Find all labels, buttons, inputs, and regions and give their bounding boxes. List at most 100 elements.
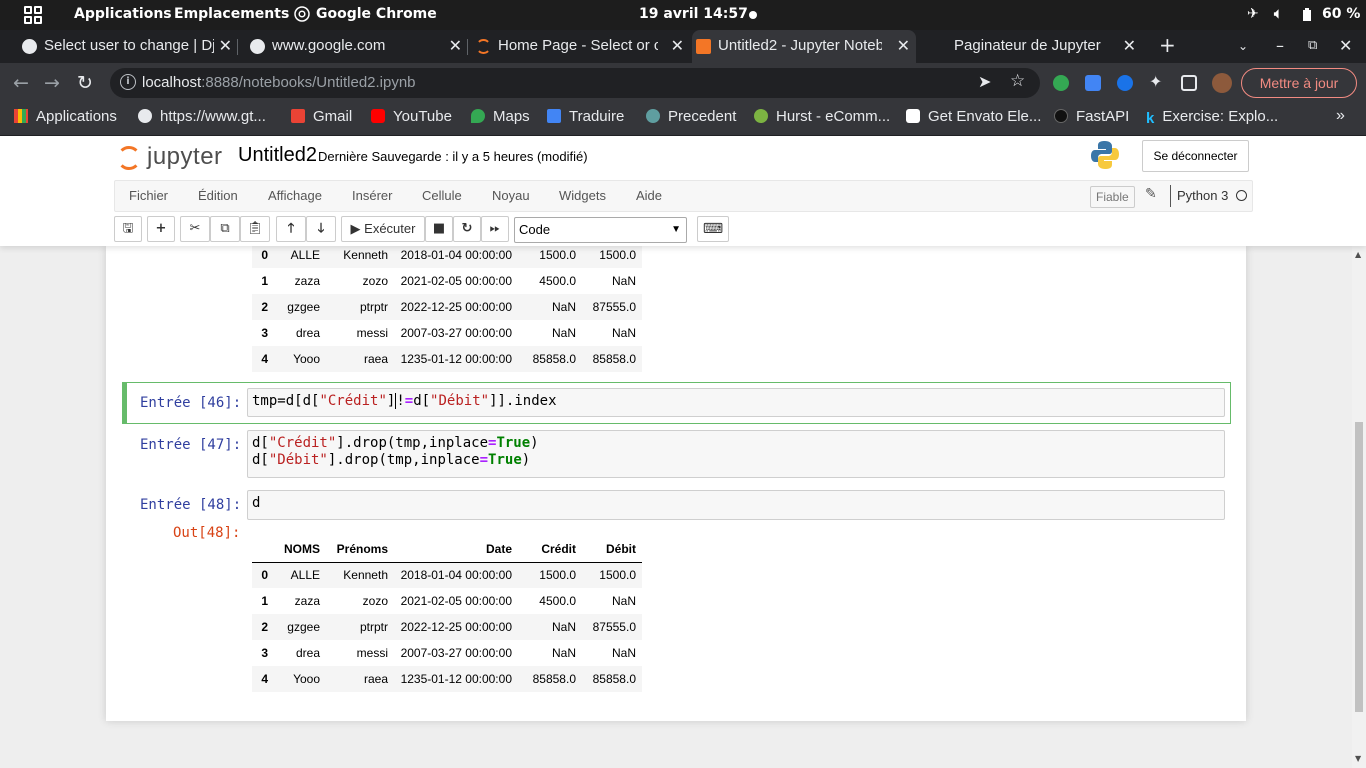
bookmark-youtube[interactable]: YouTube [371, 108, 452, 125]
bookmark-envato[interactable]: Get Envato Ele... [906, 108, 1041, 125]
avatar[interactable] [1212, 73, 1232, 93]
code-editor[interactable]: d["Crédit"].drop(tmp,inplace=True) d["Dé… [247, 430, 1225, 478]
close-tab-icon[interactable]: ✕ [449, 36, 462, 56]
menu-cellule[interactable]: Cellule [422, 188, 462, 203]
tab-untitled2[interactable]: Untitled2 - Jupyter Notebook ✕ [692, 30, 916, 63]
close-tab-icon[interactable]: ✕ [897, 36, 910, 56]
clock[interactable]: 19 avril 14:57 [639, 6, 748, 22]
logout-button[interactable]: Se déconnecter [1142, 140, 1249, 172]
bookmark-translate[interactable]: Traduire [547, 108, 624, 125]
tab-google[interactable]: www.google.com ✕ [246, 30, 468, 63]
table-cell: 87555.0 [592, 620, 636, 634]
code-cell-48[interactable]: Entrée [48]: d [122, 488, 1231, 520]
page-scrollbar[interactable]: ▲ ▼ [1352, 246, 1366, 768]
close-tab-icon[interactable]: ✕ [671, 36, 684, 56]
back-icon[interactable]: ← [13, 72, 29, 94]
menu-fichier[interactable]: Fichier [129, 188, 168, 203]
extension-icon[interactable] [1117, 75, 1133, 91]
bookmark-gt[interactable]: https://www.gt... [138, 108, 266, 125]
table-cell: 2018-01-04 00:00:00 [400, 248, 512, 262]
bookmark-star-icon[interactable]: ☆ [1010, 71, 1025, 91]
jupyter-favicon-icon [476, 39, 491, 54]
window-close-icon[interactable]: ✕ [1339, 36, 1352, 55]
code-editor[interactable]: d [247, 490, 1225, 520]
send-icon[interactable]: ➤ [978, 72, 991, 91]
bookmark-exercise[interactable]: k Exercise: Explo... [1146, 108, 1278, 127]
cut-button[interactable]: ✂ [180, 216, 210, 242]
more-bookmarks-icon[interactable]: » [1336, 107, 1345, 125]
interrupt-button[interactable]: ■ [425, 216, 453, 242]
scroll-up-icon[interactable]: ▲ [1355, 250, 1361, 259]
run-button[interactable]: ▶ Exécuter [341, 216, 425, 242]
update-button[interactable]: Mettre à jour [1241, 68, 1357, 98]
close-tab-icon[interactable]: ✕ [1123, 36, 1136, 56]
battery-percent[interactable]: 60 % [1322, 6, 1360, 22]
menu-inserer[interactable]: Insérer [352, 188, 392, 203]
menu-edition[interactable]: Édition [198, 188, 238, 203]
insert-cell-button[interactable]: + [147, 216, 175, 242]
places-menu[interactable]: Emplacements [174, 6, 289, 22]
bookmark-gmail[interactable]: Gmail [291, 108, 352, 125]
app-name[interactable]: Google Chrome [316, 6, 437, 22]
kernel-name[interactable]: Python 3 [1170, 185, 1228, 207]
url-path: :8888/notebooks/Untitled2.ipynb [201, 74, 416, 91]
forward-icon[interactable]: → [44, 72, 60, 94]
menu-aide[interactable]: Aide [636, 188, 662, 203]
activities-menu[interactable]: Applications [74, 6, 172, 22]
row-index: 1 [261, 594, 268, 608]
side-panel-icon[interactable] [1181, 75, 1197, 91]
tab-search-icon[interactable]: ⌄ [1238, 39, 1248, 53]
site-info-icon[interactable]: i [120, 74, 136, 90]
table-cell: ALLE [290, 248, 320, 262]
bookmark-maps[interactable]: Maps [471, 108, 530, 125]
trusted-indicator[interactable]: Fiable [1090, 186, 1135, 208]
tab-django-admin[interactable]: Select user to change | Django site admi… [18, 30, 238, 63]
address-bar[interactable]: i localhost:8888/notebooks/Untitled2.ipy… [110, 68, 1040, 98]
tab-paginateur[interactable]: Paginateur de Jupyter ✕ [928, 30, 1142, 63]
paste-button[interactable]: 📋︎ [240, 216, 270, 242]
minimize-icon[interactable]: – [1276, 36, 1284, 55]
app-grid-icon[interactable] [24, 6, 42, 24]
copy-button[interactable]: ⧉ [210, 216, 240, 242]
table-cell: 1500.0 [539, 568, 576, 583]
cell-type-select[interactable]: Code ▼ [514, 217, 687, 243]
bookmark-precedent[interactable]: Precedent [646, 108, 736, 125]
table-cell: ALLE [290, 568, 320, 583]
move-up-button[interactable]: 🡑 [276, 216, 306, 242]
code-editor[interactable]: tmp=d[d["Crédit"]!=d["Débit"]].index [247, 388, 1225, 417]
globe-icon [22, 39, 37, 54]
input-prompt: Entrée [47]: [140, 437, 242, 453]
save-button[interactable]: 🖫︎ [114, 216, 142, 242]
tab-jupyter-home[interactable]: Home Page - Select or create a notebook … [472, 30, 690, 63]
puzzle-extensions-icon[interactable]: ✦ [1149, 72, 1165, 91]
scrollbar-thumb[interactable] [1355, 422, 1363, 712]
menu-noyau[interactable]: Noyau [492, 188, 530, 203]
extension-icon[interactable] [1053, 75, 1069, 91]
menu-affichage[interactable]: Affichage [268, 188, 322, 203]
close-tab-icon[interactable]: ✕ [219, 36, 232, 56]
bookmarks-bar: Applications https://www.gt... Gmail You… [0, 103, 1366, 136]
translate-extension-icon[interactable] [1085, 75, 1101, 91]
notebook-name[interactable]: Untitled2 [238, 144, 317, 167]
maximize-icon[interactable]: ⧉ [1308, 38, 1317, 53]
bookmark-hurst[interactable]: Hurst - eComm... [754, 108, 890, 125]
table-cell: ptrptr [359, 620, 388, 634]
scroll-down-icon[interactable]: ▼ [1355, 754, 1361, 763]
bookmark-fastapi[interactable]: FastAPI [1054, 108, 1129, 125]
restart-run-all-button[interactable]: ⏩︎ [481, 216, 509, 242]
command-palette-button[interactable]: ⌨ [697, 216, 729, 242]
move-down-button[interactable]: 🡓 [306, 216, 336, 242]
bookmark-applications[interactable]: Applications [14, 108, 117, 125]
menu-widgets[interactable]: Widgets [559, 188, 606, 203]
restart-button[interactable]: ↻ [453, 216, 481, 242]
reload-icon[interactable]: ↻ [77, 72, 93, 94]
table-cell: 1235-01-12 00:00:00 [400, 672, 512, 686]
new-tab-icon[interactable]: + [1159, 33, 1176, 57]
output-prompt: Out[48]: [173, 525, 241, 541]
code-cell-47[interactable]: Entrée [47]: d["Crédit"].drop(tmp,inplac… [122, 429, 1231, 481]
volume-icon[interactable]: 🔈︎ [1274, 6, 1282, 22]
battery-icon[interactable] [1302, 8, 1312, 26]
airplane-mode-icon[interactable]: ✈ [1247, 6, 1259, 22]
input-prompt: Entrée [48]: [140, 497, 242, 513]
code-cell-46[interactable]: Entrée [46]: tmp=d[d["Crédit"]!=d["Débit… [122, 382, 1231, 424]
